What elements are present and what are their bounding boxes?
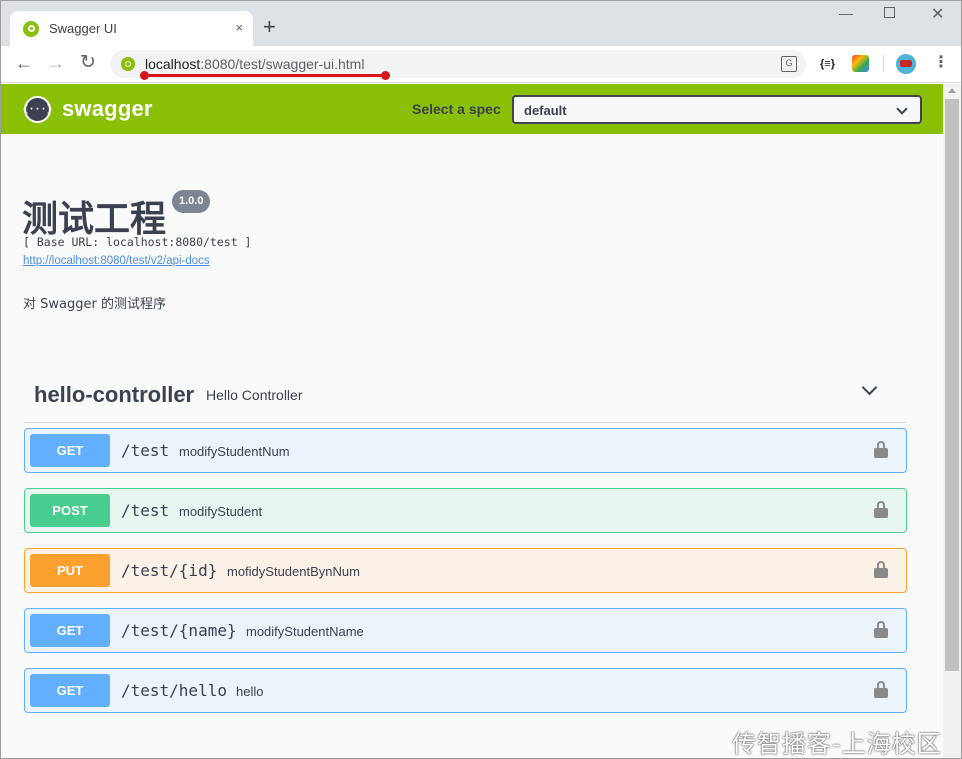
tag-section-header[interactable]: hello-controller Hello Controller — [24, 370, 907, 423]
chevron-down-icon[interactable] — [861, 379, 878, 396]
minimize-icon[interactable]: — — [839, 5, 853, 21]
page-scrollbar[interactable] — [943, 84, 961, 758]
annotation-dot-right — [381, 71, 390, 80]
swagger-topbar: {···} swagger Select a spec default — [1, 84, 943, 134]
operation-path: /test/{name} — [121, 621, 237, 640]
back-arrow-icon[interactable]: ← — [15, 52, 33, 74]
select-spec-label: Select a spec — [412, 101, 501, 117]
method-badge: PUT — [30, 554, 110, 587]
chevron-down-icon — [896, 103, 908, 115]
json-viewer-icon[interactable]: {≡} — [820, 58, 835, 70]
operation-get-test-hello[interactable]: GET /test/hello hello — [24, 668, 907, 713]
spec-select[interactable]: default — [512, 95, 922, 124]
operation-get-test-name[interactable]: GET /test/{name} modifyStudentName — [24, 608, 907, 653]
translate-icon[interactable]: G — [781, 56, 797, 72]
url-host: localhost — [145, 56, 201, 72]
tag-name: hello-controller — [34, 382, 195, 407]
page-viewport: {···} swagger Select a spec default 测试工程… — [1, 84, 943, 758]
api-docs-link[interactable]: http://localhost:8080/test/v2/api-docs — [23, 255, 210, 267]
address-bar[interactable]: localhost:8080/test/swagger-ui.html G — [110, 50, 806, 80]
site-info-icon[interactable] — [121, 57, 135, 71]
operation-path: /test/{id} — [121, 561, 218, 580]
close-tab-icon[interactable]: × — [235, 21, 243, 35]
menu-icon[interactable]: ⋮ — [933, 54, 949, 72]
tag-description: Hello Controller — [206, 387, 303, 403]
lock-icon[interactable] — [874, 681, 888, 699]
api-description: 对 Swagger 的测试程序 — [23, 297, 166, 312]
lock-icon[interactable] — [874, 501, 888, 519]
operation-path: /test — [121, 441, 170, 460]
toolbar-divider — [883, 55, 884, 72]
operation-summary: modifyStudentNum — [179, 444, 290, 459]
operation-path: /test/hello — [121, 681, 227, 700]
watermark-text: 传智播客-上海校区 — [732, 730, 942, 758]
operation-path: /test — [121, 501, 170, 520]
url-path: :8080/test/swagger-ui.html — [200, 56, 365, 72]
spec-select-value: default — [524, 103, 567, 118]
color-picker-icon[interactable] — [852, 55, 869, 72]
browser-toolbar: ← → ↻ localhost:8080/test/swagger-ui.htm… — [1, 46, 961, 83]
new-tab-button[interactable]: + — [263, 16, 276, 38]
forward-arrow-icon[interactable]: → — [47, 52, 65, 74]
swagger-favicon-icon — [23, 20, 39, 37]
operation-post-test[interactable]: POST /test modifyStudent — [24, 488, 907, 533]
method-badge: GET — [30, 614, 110, 647]
method-badge: POST — [30, 494, 110, 527]
base-url: [ Base URL: localhost:8080/test ] — [23, 235, 252, 249]
lock-icon[interactable] — [874, 441, 888, 459]
version-badge: 1.0.0 — [172, 190, 211, 213]
lock-icon[interactable] — [874, 621, 888, 639]
url-text[interactable]: localhost:8080/test/swagger-ui.html — [145, 56, 364, 72]
lock-icon[interactable] — [874, 561, 888, 579]
tab-title: Swagger UI — [49, 21, 117, 36]
operation-summary: modifyStudent — [179, 504, 263, 519]
swagger-logo-text[interactable]: swagger — [62, 96, 153, 122]
tab-bar: Swagger UI × + — ✕ — [1, 1, 961, 46]
method-badge: GET — [30, 434, 110, 467]
scroll-up-arrow-icon[interactable] — [948, 88, 956, 93]
browser-window: Swagger UI × + — ✕ ← → ↻ localhost:8080/… — [0, 0, 962, 759]
operation-get-test[interactable]: GET /test modifyStudentNum — [24, 428, 907, 473]
close-window-icon[interactable]: ✕ — [931, 4, 944, 24]
maximize-icon[interactable] — [884, 7, 895, 18]
scroll-thumb[interactable] — [945, 99, 959, 671]
profile-avatar-icon[interactable] — [896, 54, 916, 74]
annotation-dot-left — [140, 71, 149, 80]
operation-put-test-id[interactable]: PUT /test/{id} mofidyStudentBynNum — [24, 548, 907, 593]
reload-icon[interactable]: ↻ — [80, 52, 96, 74]
method-badge: GET — [30, 674, 110, 707]
red-underline-annotation — [143, 74, 387, 77]
operation-summary: hello — [236, 684, 264, 699]
operation-summary: modifyStudentName — [246, 624, 364, 639]
operation-summary: mofidyStudentBynNum — [227, 564, 360, 579]
tab-swagger-ui[interactable]: Swagger UI × — [10, 11, 253, 46]
swagger-logo-icon[interactable]: {···} — [22, 96, 53, 123]
